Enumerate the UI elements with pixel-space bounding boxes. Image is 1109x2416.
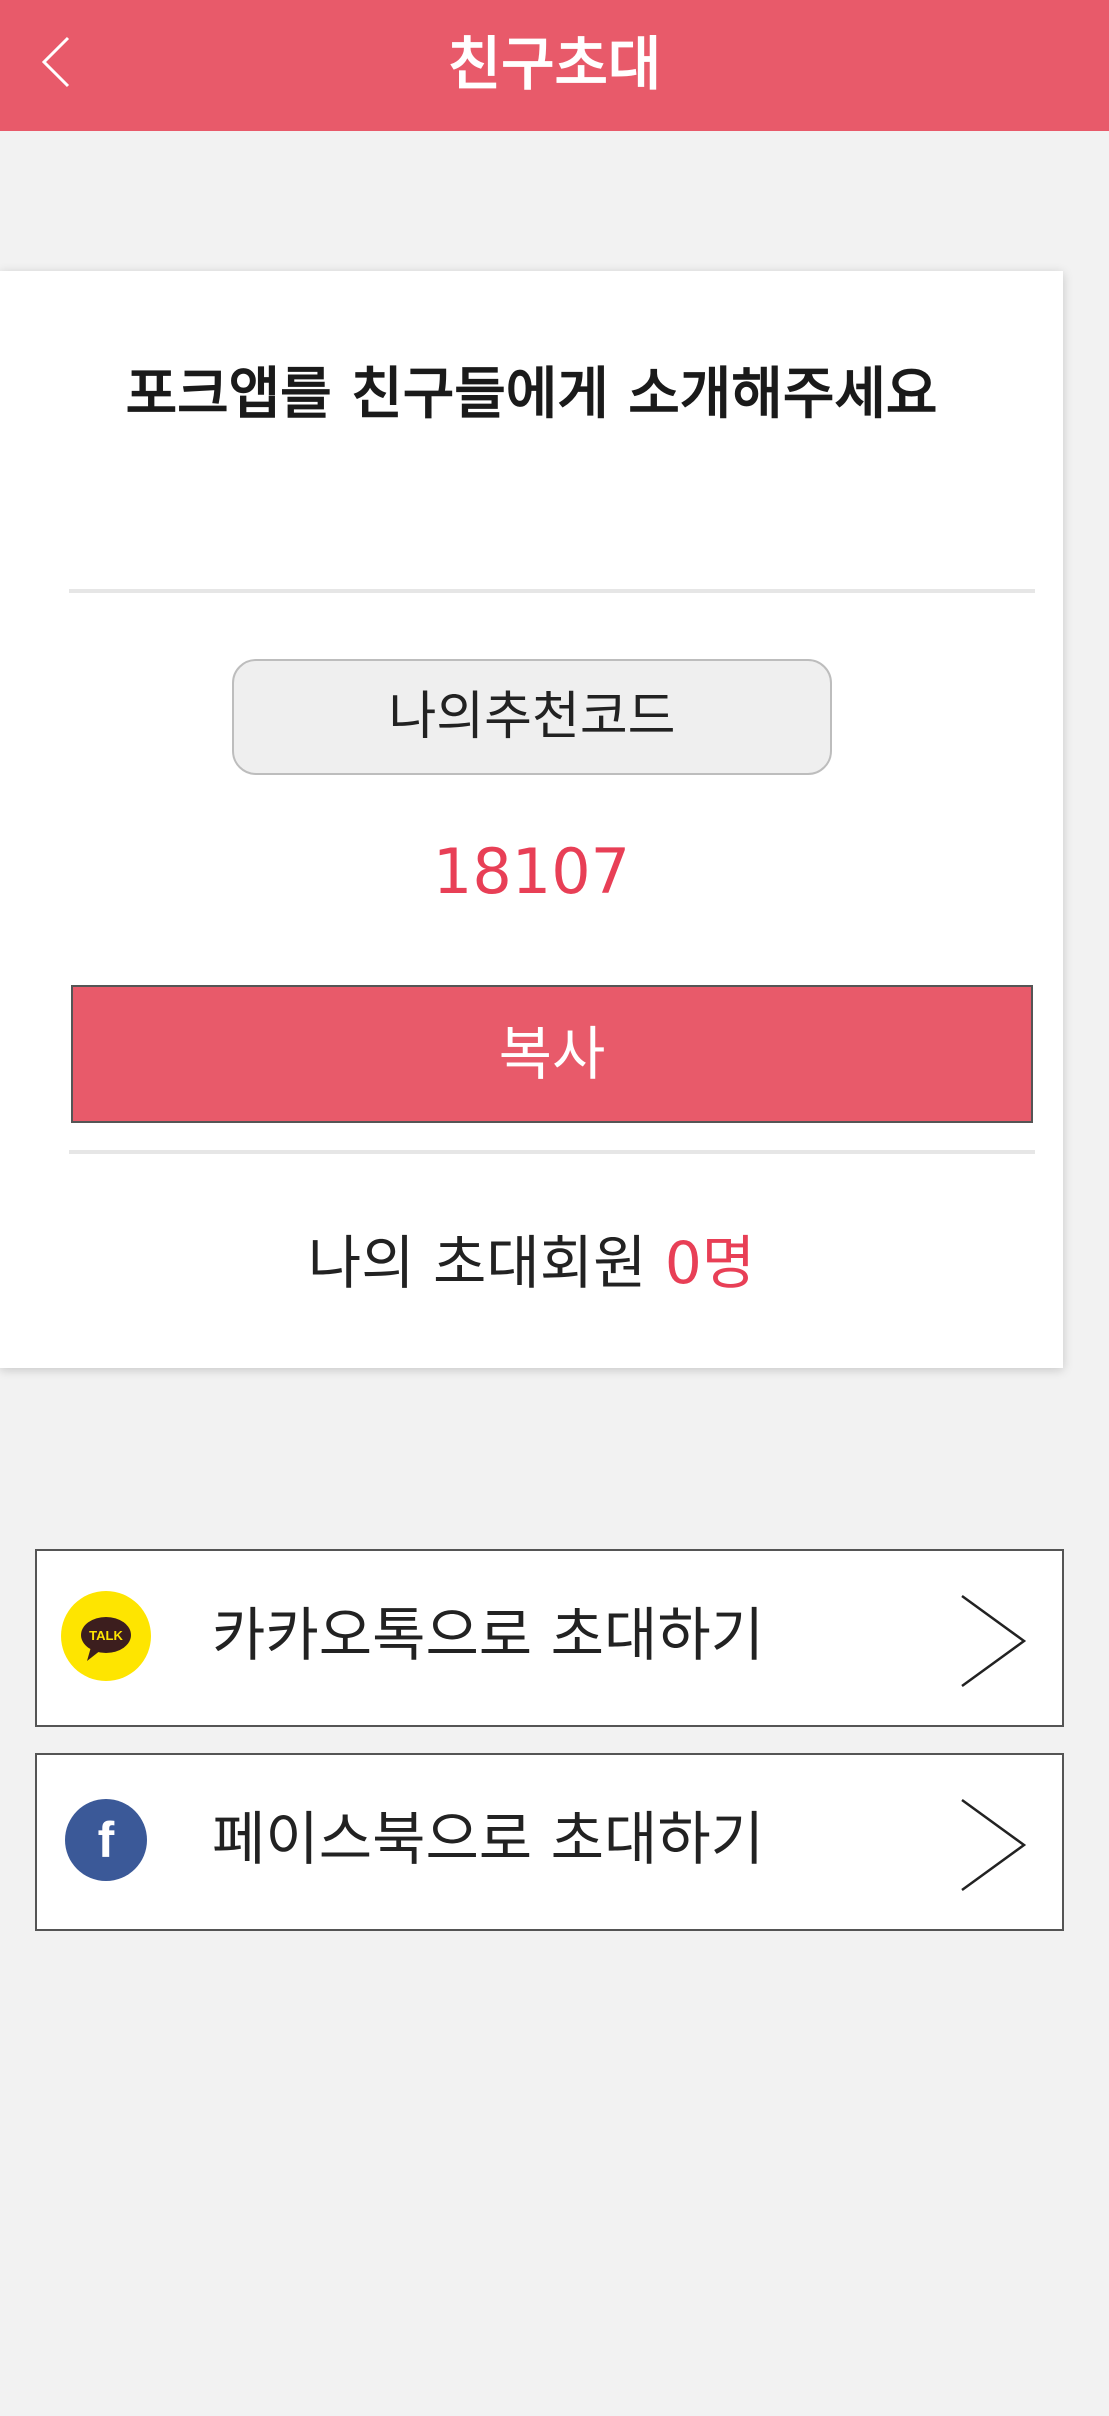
kakaotalk-icon: TALK: [61, 1591, 151, 1681]
divider: [69, 1150, 1035, 1154]
invited-members-count: 0명: [664, 1229, 756, 1297]
invited-members-label: 나의 초대회원: [307, 1229, 647, 1297]
card-heading: 포크앱를 친구들에게 소개해주세요: [125, 362, 938, 427]
page-title: 친구초대: [447, 30, 662, 98]
facebook-icon: f: [65, 1799, 147, 1881]
invite-kakaotalk-label: 카카오톡으로 초대하기: [212, 1601, 765, 1669]
referral-code-label: 나의추천코드: [232, 659, 832, 775]
divider: [69, 589, 1035, 593]
invited-members-text: 나의 초대회원 0명: [0, 1223, 1063, 1303]
referral-card: 포크앱를 친구들에게 소개해주세요 나의추천코드 18107 복사 나의 초대회…: [0, 271, 1063, 1368]
header-bar: 친구초대: [0, 0, 1109, 131]
chevron-right-icon: [961, 1594, 1027, 1688]
chevron-right-icon: [961, 1798, 1027, 1892]
copy-button[interactable]: 복사: [71, 985, 1033, 1123]
svg-text:TALK: TALK: [89, 1628, 123, 1643]
invite-facebook-button[interactable]: f 페이스북으로 초대하기: [35, 1753, 1064, 1931]
invite-facebook-label: 페이스북으로 초대하기: [212, 1805, 765, 1873]
invite-kakaotalk-button[interactable]: TALK 카카오톡으로 초대하기: [35, 1549, 1064, 1727]
referral-code-value: 18107: [432, 835, 631, 908]
svg-text:f: f: [98, 1812, 115, 1868]
